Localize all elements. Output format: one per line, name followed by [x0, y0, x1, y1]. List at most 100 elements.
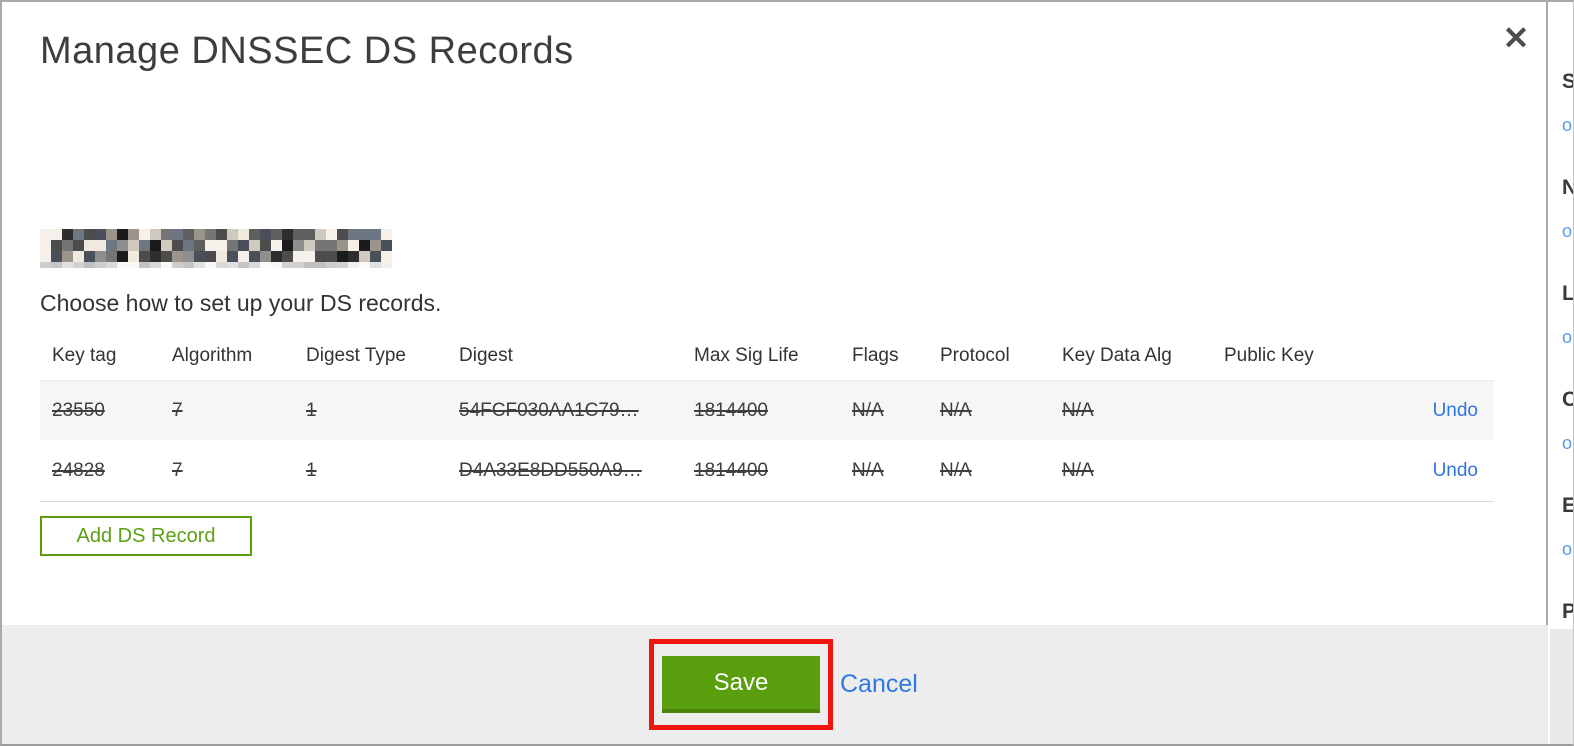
- redaction-pixel: [216, 229, 227, 240]
- col-header-public-key: Public Key: [1224, 345, 1314, 366]
- redaction-pixel: [260, 251, 271, 262]
- redaction-pixel: [51, 229, 62, 240]
- redaction-pixel: [128, 229, 139, 240]
- redaction-pixel: [205, 251, 216, 262]
- screenshot-viewport: Manage DNSSEC DS Records ✕ Choose how to…: [0, 0, 1574, 746]
- table-row: 23550 7 1 54FCF030AA1C79… 1814400 N/A N/…: [40, 380, 1494, 440]
- redaction-pixel: [271, 240, 282, 251]
- redaction-pixel: [249, 251, 260, 262]
- redaction-pixel: [359, 262, 370, 268]
- background-text-fragment: P: [1562, 600, 1573, 624]
- redaction-pixel: [139, 251, 150, 262]
- redaction-pixel: [216, 262, 227, 268]
- cell-digest: D4A33E8DD550A9…: [459, 459, 642, 481]
- redaction-pixel: [172, 251, 183, 262]
- background-text-fragment: C: [1562, 388, 1573, 412]
- redaction-pixel: [150, 251, 161, 262]
- redaction-pixel: [51, 251, 62, 262]
- redaction-pixel: [315, 262, 326, 268]
- redaction-pixel: [73, 240, 84, 251]
- redaction-pixel: [183, 240, 194, 251]
- redaction-pixel: [84, 251, 95, 262]
- cell-algorithm: 7: [172, 399, 183, 421]
- col-header-key-tag: Key tag: [52, 345, 117, 366]
- redaction-pixel: [249, 262, 260, 268]
- redaction-pixel: [260, 229, 271, 240]
- background-text-fragment: E: [1562, 494, 1573, 518]
- redaction-pixel: [51, 240, 62, 251]
- redaction-pixel: [348, 240, 359, 251]
- redaction-pixel: [370, 251, 381, 262]
- redaction-pixel: [216, 240, 227, 251]
- redaction-pixel: [40, 251, 51, 262]
- redacted-domain-name: [40, 229, 392, 269]
- background-text-fragment: N: [1562, 176, 1573, 200]
- undo-link[interactable]: Undo: [1433, 400, 1478, 421]
- cell-protocol: N/A: [940, 399, 972, 421]
- background-link-fragment: o: [1562, 539, 1573, 559]
- redaction-pixel: [282, 251, 293, 262]
- redaction-pixel: [260, 262, 271, 268]
- redaction-pixel: [139, 229, 150, 240]
- col-header-digest: Digest: [459, 345, 513, 366]
- redaction-pixel: [117, 251, 128, 262]
- redaction-pixel: [348, 262, 359, 268]
- redaction-pixel: [194, 251, 205, 262]
- add-ds-record-button[interactable]: Add DS Record: [40, 516, 252, 556]
- background-text-fragment: L: [1562, 282, 1574, 305]
- redaction-pixel: [337, 262, 348, 268]
- redaction-pixel: [117, 262, 128, 268]
- redaction-pixel: [40, 229, 51, 240]
- cancel-link[interactable]: Cancel: [840, 670, 918, 699]
- redaction-pixel: [194, 240, 205, 251]
- redaction-pixel: [315, 251, 326, 262]
- redaction-pixel: [282, 240, 293, 251]
- redaction-pixel: [194, 262, 205, 268]
- redaction-pixel: [359, 229, 370, 240]
- redaction-pixel: [84, 229, 95, 240]
- close-icon[interactable]: ✕: [1496, 18, 1536, 58]
- cell-max-sig-life: 1814400: [694, 399, 768, 421]
- redaction-pixel: [238, 262, 249, 268]
- redaction-pixel: [381, 240, 392, 251]
- redaction-pixel: [128, 240, 139, 251]
- col-header-flags: Flags: [852, 345, 899, 366]
- redaction-pixel: [315, 240, 326, 251]
- redaction-pixel: [95, 229, 106, 240]
- redaction-pixel: [106, 251, 117, 262]
- background-link-fragment: o: [1562, 115, 1573, 135]
- redaction-pixel: [106, 262, 117, 268]
- cell-key-tag: 24828: [52, 459, 105, 481]
- save-button[interactable]: Save: [662, 656, 820, 713]
- redaction-pixel: [150, 240, 161, 251]
- redaction-pixel: [381, 262, 392, 268]
- redaction-pixel: [183, 229, 194, 240]
- redaction-pixel: [172, 262, 183, 268]
- redaction-pixel: [337, 229, 348, 240]
- redaction-pixel: [293, 229, 304, 240]
- undo-link[interactable]: Undo: [1433, 460, 1478, 481]
- redaction-pixel: [326, 251, 337, 262]
- redaction-pixel: [95, 262, 106, 268]
- redaction-pixel: [205, 262, 216, 268]
- redaction-pixel: [161, 229, 172, 240]
- redaction-pixel: [304, 262, 315, 268]
- col-header-algorithm: Algorithm: [172, 345, 253, 366]
- cell-digest: 54FCF030AA1C79…: [459, 399, 639, 421]
- col-header-digest-type: Digest Type: [306, 345, 406, 366]
- background-gray-area: [1550, 629, 1573, 744]
- table-row: 24828 7 1 D4A33E8DD550A9… 1814400 N/A N/…: [40, 440, 1494, 502]
- redaction-pixel: [293, 262, 304, 268]
- redaction-pixel: [205, 229, 216, 240]
- instruction-text: Choose how to set up your DS records.: [40, 290, 442, 316]
- redaction-pixel: [271, 262, 282, 268]
- annotation-highlight-rectangle: Save: [649, 639, 833, 730]
- cell-digest-type: 1: [306, 459, 317, 481]
- background-text-fragment: S: [1562, 70, 1573, 94]
- cell-algorithm: 7: [172, 459, 183, 481]
- redaction-pixel: [337, 251, 348, 262]
- redaction-pixel: [106, 240, 117, 251]
- cell-key-tag: 23550: [52, 399, 105, 421]
- redaction-pixel: [348, 229, 359, 240]
- redaction-pixel: [293, 251, 304, 262]
